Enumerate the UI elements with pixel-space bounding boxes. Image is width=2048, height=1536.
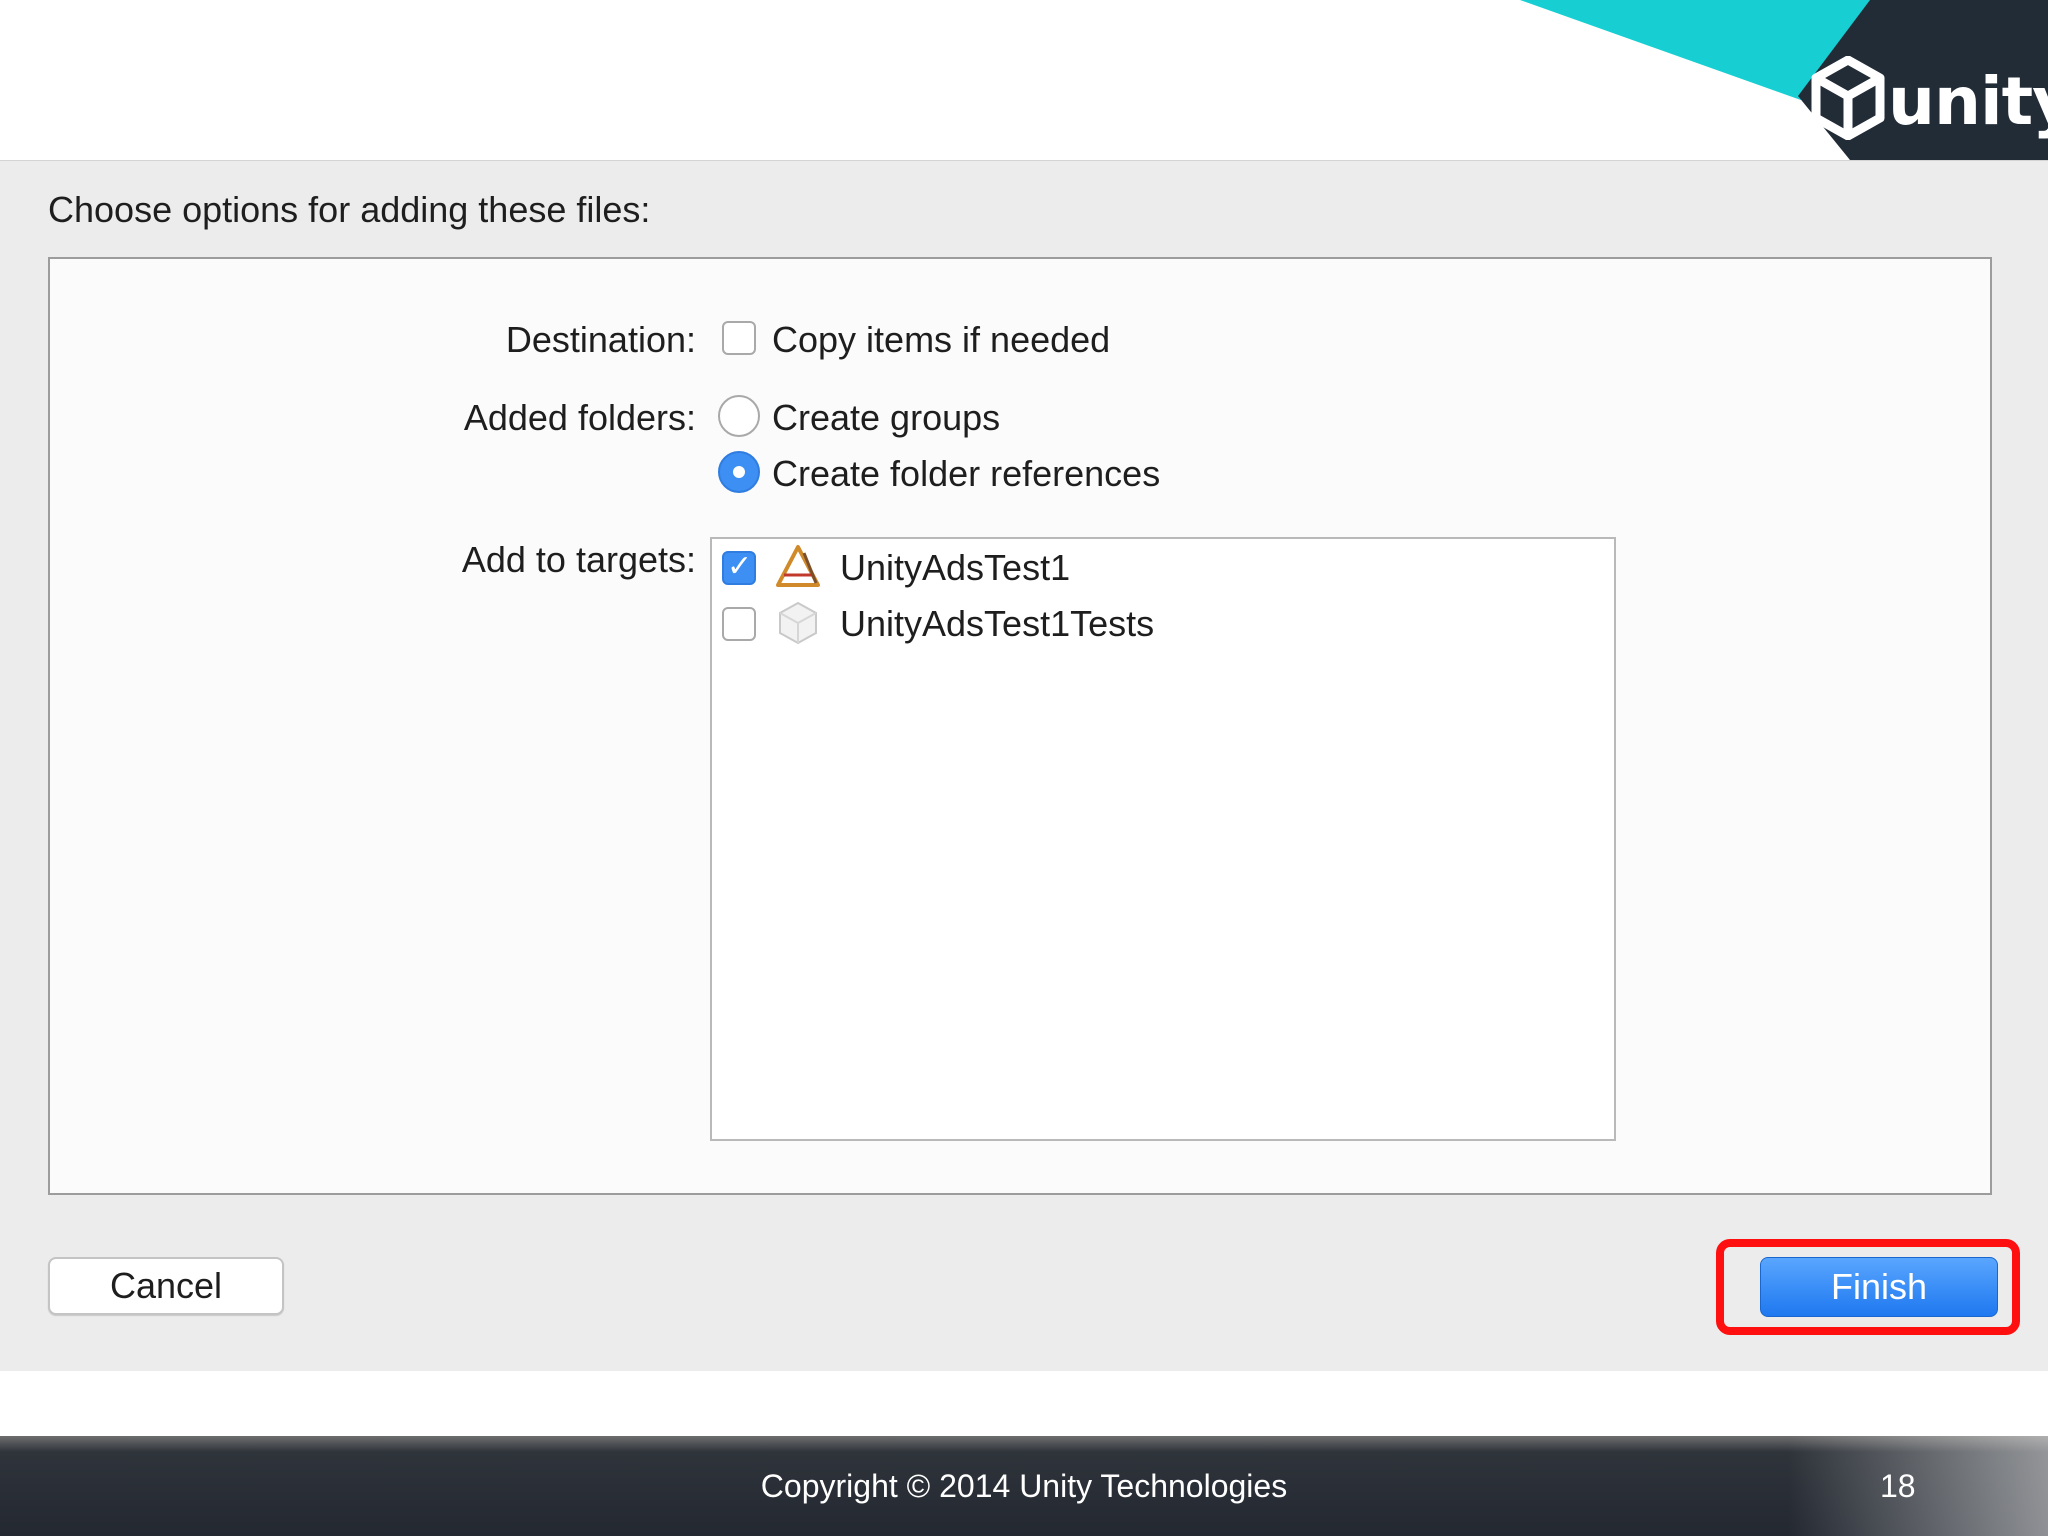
create-groups-radio[interactable]	[718, 395, 760, 437]
add-files-options-dialog: Choose options for adding these files: D…	[0, 160, 2048, 1371]
target-name-unityadstest1: UnityAdsTest1	[840, 547, 1071, 588]
dialog-heading: Choose options for adding these files:	[48, 189, 651, 230]
copy-items-label[interactable]: Copy items if needed	[772, 319, 1110, 361]
create-folder-references-label[interactable]: Create folder references	[772, 453, 1160, 495]
added-folders-label: Added folders:	[463, 397, 696, 438]
create-groups-label[interactable]: Create groups	[772, 397, 1000, 439]
destination-label: Destination:	[505, 319, 696, 360]
page-number: 18	[1880, 1468, 1916, 1504]
test-bundle-icon	[779, 601, 817, 645]
targets-list[interactable]: ✓ UnityAdsTest1 UnityAdsTest1Tests	[710, 537, 1616, 1141]
create-folder-references-radio[interactable]	[718, 451, 760, 493]
unity-logo-text: unity	[1888, 63, 2048, 140]
options-panel: Destination: Copy items if needed Added …	[48, 257, 1992, 1195]
checkmark-icon: ✓	[727, 549, 753, 584]
target-checkbox-unityadstest1tests[interactable]	[722, 607, 756, 641]
add-to-targets-label: Add to targets:	[461, 539, 696, 580]
app-target-icon	[776, 545, 820, 587]
copyright-text: Copyright © 2014 Unity Technologies	[760, 1468, 1288, 1504]
radio-selected-dot	[733, 466, 745, 478]
unity-cube-icon	[1811, 56, 1885, 140]
target-checkbox-unityadstest1[interactable]: ✓	[722, 549, 756, 585]
finish-button[interactable]: Finish	[1760, 1257, 1998, 1317]
cancel-button[interactable]: Cancel	[48, 1257, 284, 1315]
target-name-unityadstest1tests: UnityAdsTest1Tests	[840, 603, 1155, 644]
copy-items-checkbox[interactable]	[722, 321, 756, 355]
slide-footer: Copyright © 2014 Unity Technologies 18	[0, 1436, 2048, 1536]
